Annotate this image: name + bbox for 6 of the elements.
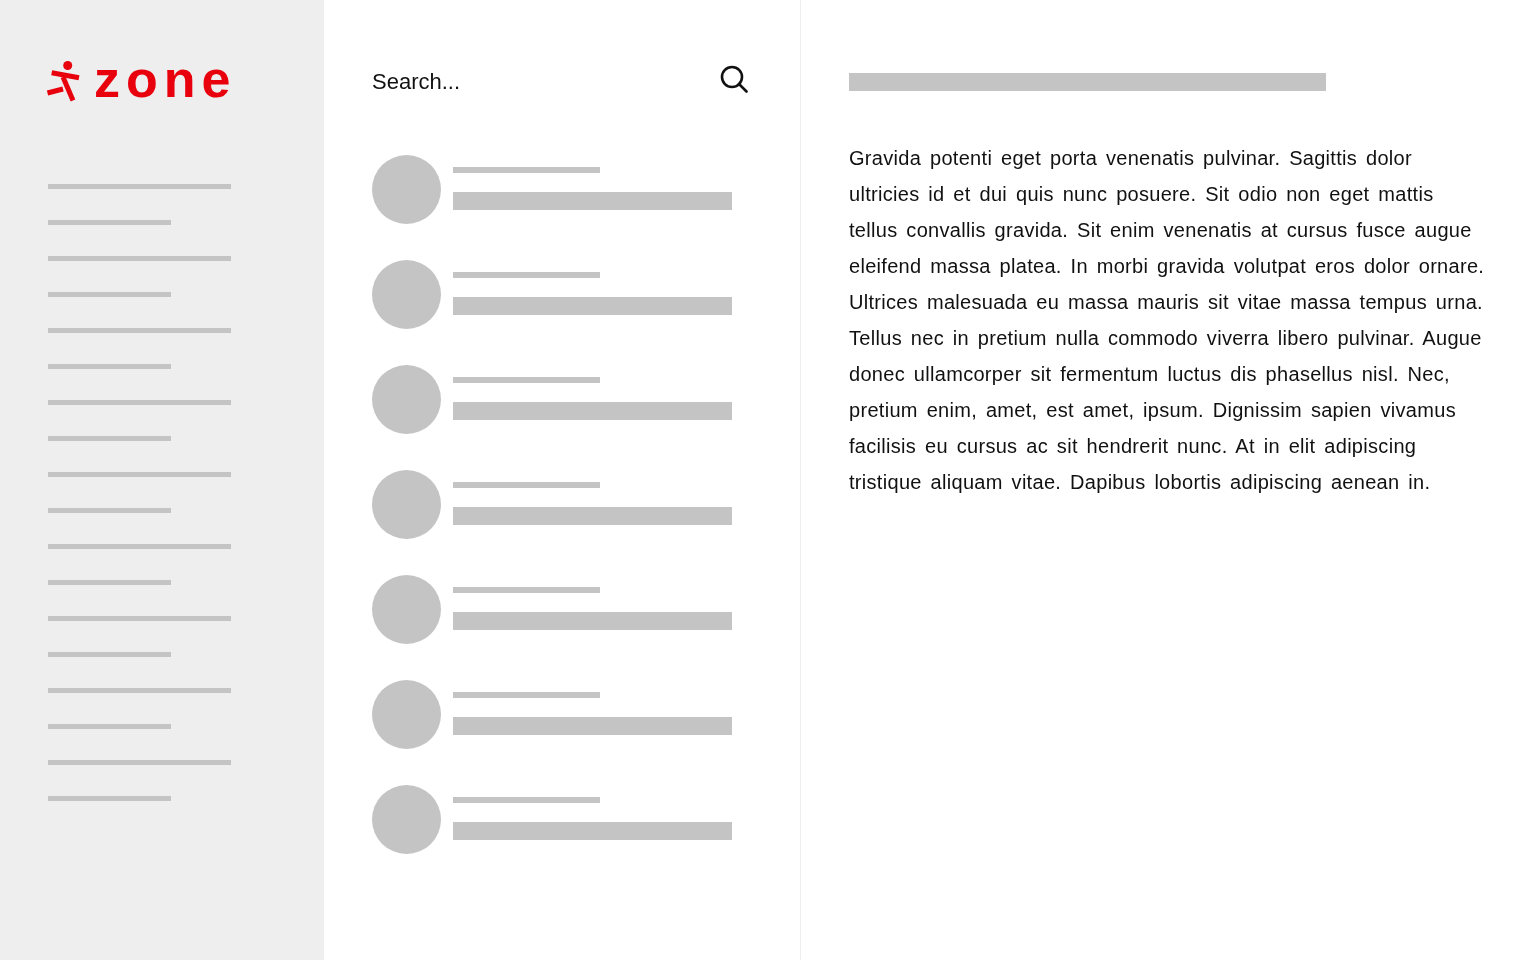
logo-wordmark: zone [94, 64, 237, 98]
search-button[interactable] [720, 65, 748, 93]
runner-icon [46, 59, 80, 103]
article-paragraph: Gravida potenti eget porta venenatis pulvinar. Sagittis dolor ultricies id et dui quis nunc posuere. Sit odio non eget mattis tellus convallis gravida. Sit enim venenatis at cursus fusce augue eleifend massa platea. In morbi gravida volutpat eros dolor ornare. Ultrices malesuada eu massa mauris sit vitae massa tempus urna. Tellus nec in pretium nulla commodo viverra libero pulvinar. Augue donec ullamcorper sit fermentum luctus dis phasellus nisl. Nec, pretium enim, amet, est amet, ipsum. Dignissim sapien vivamus facilisis eu cursus ac sit hendrerit nunc. At in elit adipiscing tristique aliquam vitae. Dapibus lobortis adipiscing aenean in. [849, 146, 1486, 495]
search-icon [720, 65, 748, 93]
search-field[interactable]: Search... [372, 66, 672, 98]
